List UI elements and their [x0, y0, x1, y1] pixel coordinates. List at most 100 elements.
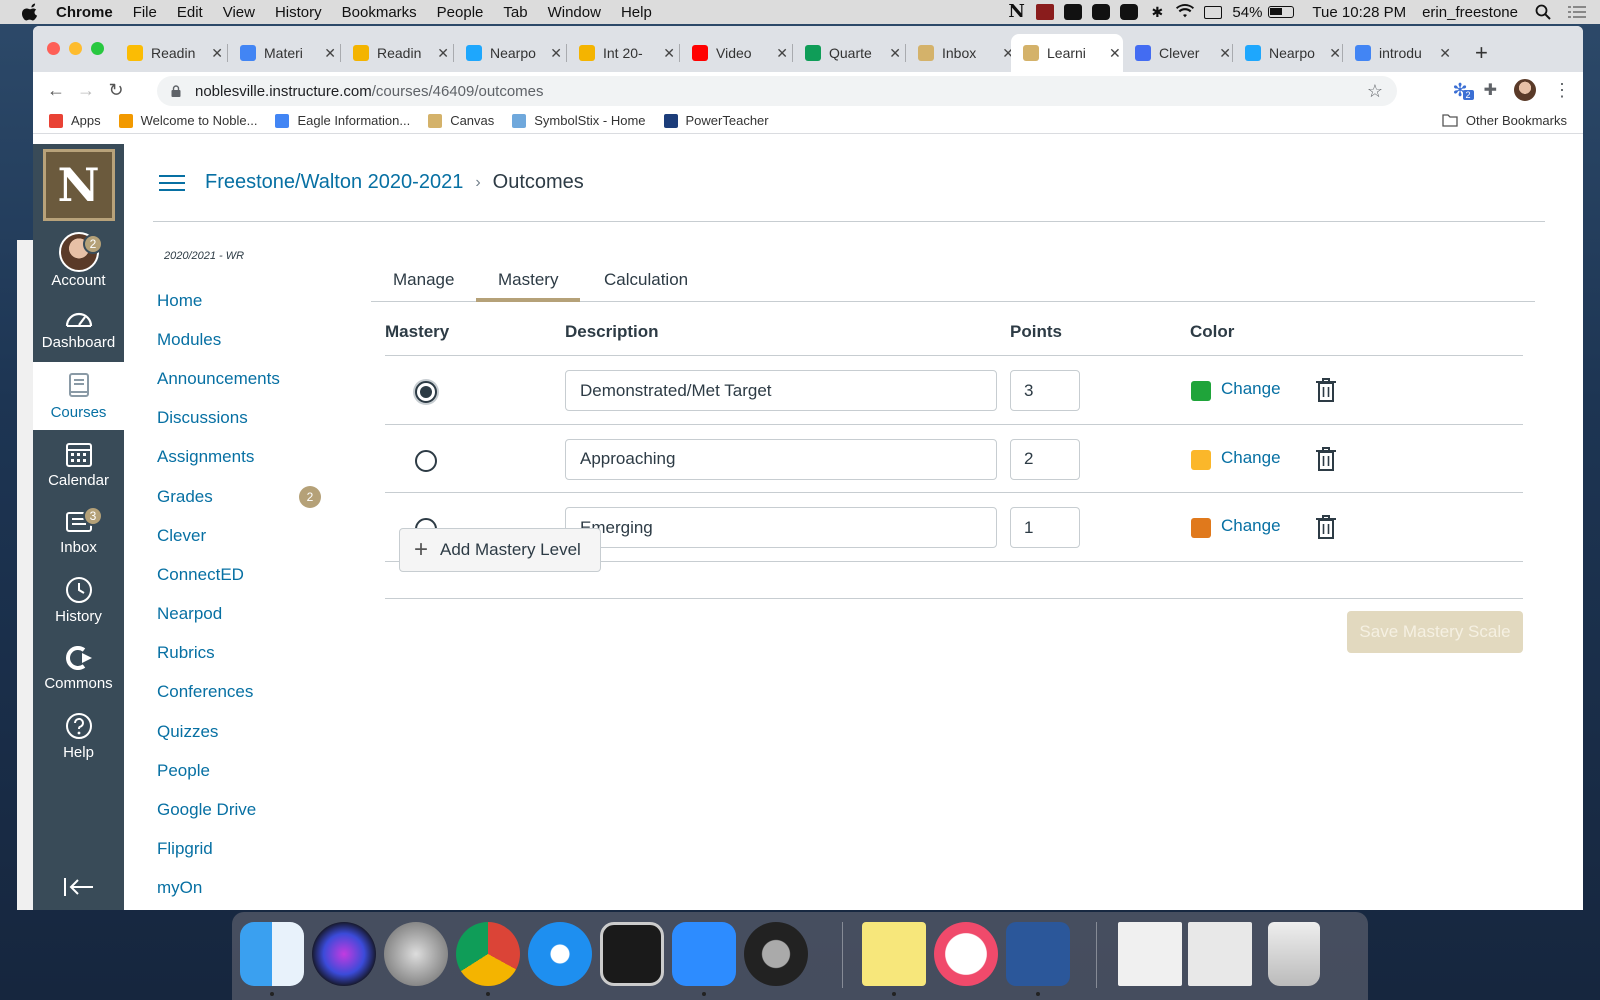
browser-tab[interactable]: Int 20- ✕ — [567, 34, 675, 72]
browser-tab[interactable]: Quarte ✕ — [793, 34, 901, 72]
course-nav-google-drive[interactable]: Google Drive — [157, 790, 327, 829]
course-nav-discussions[interactable]: Discussions — [157, 399, 327, 438]
breadcrumb-course-link[interactable]: Freestone/Walton 2020-2021 — [205, 171, 463, 194]
change-color-link[interactable]: Change — [1221, 516, 1281, 536]
launchpad-icon[interactable] — [384, 922, 448, 986]
chrome-menu-icon[interactable]: ⋮ — [1553, 80, 1571, 101]
course-nav-home[interactable]: Home — [157, 281, 327, 320]
description-field[interactable] — [565, 507, 997, 548]
description-field[interactable] — [565, 438, 997, 480]
noblesville-status-icon[interactable]: N — [1008, 3, 1026, 21]
tab-manage[interactable]: Manage — [371, 262, 476, 302]
profile-avatar[interactable] — [1513, 78, 1537, 102]
terminal-icon[interactable] — [600, 922, 664, 986]
bookmark-item[interactable]: SymbolStix - Home — [512, 113, 646, 128]
tab-close-icon[interactable]: ✕ — [211, 45, 223, 62]
trash-icon[interactable] — [1315, 377, 1337, 403]
global-nav-inbox[interactable]: 3 Inbox — [33, 498, 124, 566]
course-nav-nearpod[interactable]: Nearpod — [157, 595, 327, 634]
control-center-icon[interactable] — [1568, 4, 1586, 20]
tab-close-icon[interactable]: ✕ — [1329, 45, 1341, 62]
browser-tab[interactable]: introdu ✕ — [1343, 34, 1451, 72]
bookmark-star-icon[interactable]: ☆ — [1367, 81, 1383, 102]
bookmark-item[interactable]: Apps — [49, 113, 101, 128]
itunes-icon[interactable] — [934, 922, 998, 986]
browser-tab[interactable]: Materi ✕ — [228, 34, 336, 72]
logo-area[interactable]: N — [33, 144, 124, 226]
lock-icon[interactable] — [171, 85, 181, 97]
other-bookmarks[interactable]: Other Bookmarks — [1442, 113, 1567, 128]
extension-icon[interactable]: ✻ 2 — [1453, 80, 1474, 101]
quicktime-icon[interactable] — [744, 922, 808, 986]
browser-tab[interactable]: Readin ✕ — [341, 34, 449, 72]
finder-icon[interactable] — [240, 922, 304, 986]
points-field[interactable] — [1010, 370, 1080, 411]
browser-tab[interactable]: Clever ✕ — [1123, 34, 1231, 72]
siri-icon[interactable] — [312, 922, 376, 986]
course-nav-conferences[interactable]: Conferences — [157, 673, 327, 712]
address-bar[interactable]: noblesville.instructure.com/courses/4640… — [157, 76, 1397, 106]
word-icon[interactable] — [1006, 922, 1070, 986]
wifi-icon[interactable] — [1176, 4, 1195, 20]
points-field[interactable] — [1010, 438, 1080, 480]
bluetooth-icon[interactable]: ✱ — [1148, 4, 1166, 20]
tab-close-icon[interactable]: ✕ — [776, 45, 788, 62]
zoom-window-button[interactable] — [91, 42, 104, 55]
global-nav-account[interactable]: 2 Account — [33, 226, 124, 294]
menu-help[interactable]: Help — [621, 4, 652, 21]
course-nav-connected[interactable]: ConnectED — [157, 555, 327, 594]
reload-icon[interactable]: ↻ — [101, 80, 131, 101]
tab-close-icon[interactable]: ✕ — [1109, 45, 1121, 62]
save-mastery-scale-button[interactable]: Save Mastery Scale — [1347, 611, 1523, 653]
menu-window[interactable]: Window — [548, 4, 601, 21]
course-nav-people[interactable]: People — [157, 751, 327, 790]
browser-tab[interactable]: Inbox ✕ — [906, 34, 1014, 72]
bookmark-item[interactable]: PowerTeacher — [663, 113, 769, 128]
bookmark-item[interactable]: Eagle Information... — [275, 113, 410, 128]
tab-calculation[interactable]: Calculation — [582, 262, 710, 302]
browser-tab[interactable]: Nearpo ✕ — [454, 34, 562, 72]
global-nav-commons[interactable]: Commons — [33, 634, 124, 702]
hamburger-menu-icon[interactable] — [159, 173, 187, 193]
tab-close-icon[interactable]: ✕ — [437, 45, 449, 62]
course-nav-clever[interactable]: Clever — [157, 516, 327, 555]
course-nav-assignments[interactable]: Assignments — [157, 438, 327, 477]
tab-close-icon[interactable]: ✕ — [889, 45, 901, 62]
tab-close-icon[interactable]: ✕ — [1219, 45, 1231, 62]
spotlight-search-icon[interactable] — [1534, 4, 1552, 20]
trash-icon[interactable] — [1315, 514, 1337, 540]
collapse-nav-icon[interactable] — [63, 876, 95, 898]
user-name[interactable]: erin_freestone — [1422, 4, 1518, 21]
course-nav-announcements[interactable]: Announcements — [157, 359, 327, 398]
menu-people[interactable]: People — [437, 4, 484, 21]
global-nav-courses[interactable]: Courses — [33, 362, 124, 430]
tab-close-icon[interactable]: ✕ — [663, 45, 675, 62]
back-arrow-icon[interactable]: ← — [41, 80, 71, 101]
trash-icon[interactable] — [1268, 922, 1320, 986]
global-nav-calendar[interactable]: Calendar — [33, 430, 124, 498]
course-nav-quizzes[interactable]: Quizzes — [157, 712, 327, 751]
documents-stack-icon[interactable] — [1118, 922, 1182, 986]
mastery-radio[interactable] — [415, 449, 437, 472]
menu-file[interactable]: File — [133, 4, 157, 21]
battery-icon[interactable] — [1268, 6, 1295, 18]
tab-close-icon[interactable]: ✕ — [324, 45, 336, 62]
global-nav-help[interactable]: Help — [33, 702, 124, 770]
course-nav-myon[interactable]: myOn — [157, 869, 327, 908]
menu-app-name[interactable]: Chrome — [56, 4, 113, 21]
browser-tab[interactable]: Nearpo ✕ — [1233, 34, 1341, 72]
camera-icon[interactable] — [1120, 4, 1139, 20]
points-field[interactable] — [1010, 507, 1080, 548]
menu-history[interactable]: History — [275, 4, 322, 21]
bookmark-item[interactable]: Canvas — [428, 113, 494, 128]
menu-edit[interactable]: Edit — [177, 4, 203, 21]
bookmark-item[interactable]: Welcome to Noble... — [118, 113, 257, 128]
browser-tab[interactable]: Video ✕ — [680, 34, 788, 72]
course-nav-rubrics[interactable]: Rubrics — [157, 634, 327, 673]
chrome-dock-icon[interactable] — [456, 922, 520, 986]
mastery-radio[interactable] — [415, 381, 437, 403]
clock[interactable]: Tue 10:28 PM — [1312, 4, 1406, 21]
course-nav-grades[interactable]: Grades 2 — [157, 477, 327, 516]
menu-bookmarks[interactable]: Bookmarks — [342, 4, 417, 21]
keyboard-icon[interactable] — [1204, 5, 1223, 19]
